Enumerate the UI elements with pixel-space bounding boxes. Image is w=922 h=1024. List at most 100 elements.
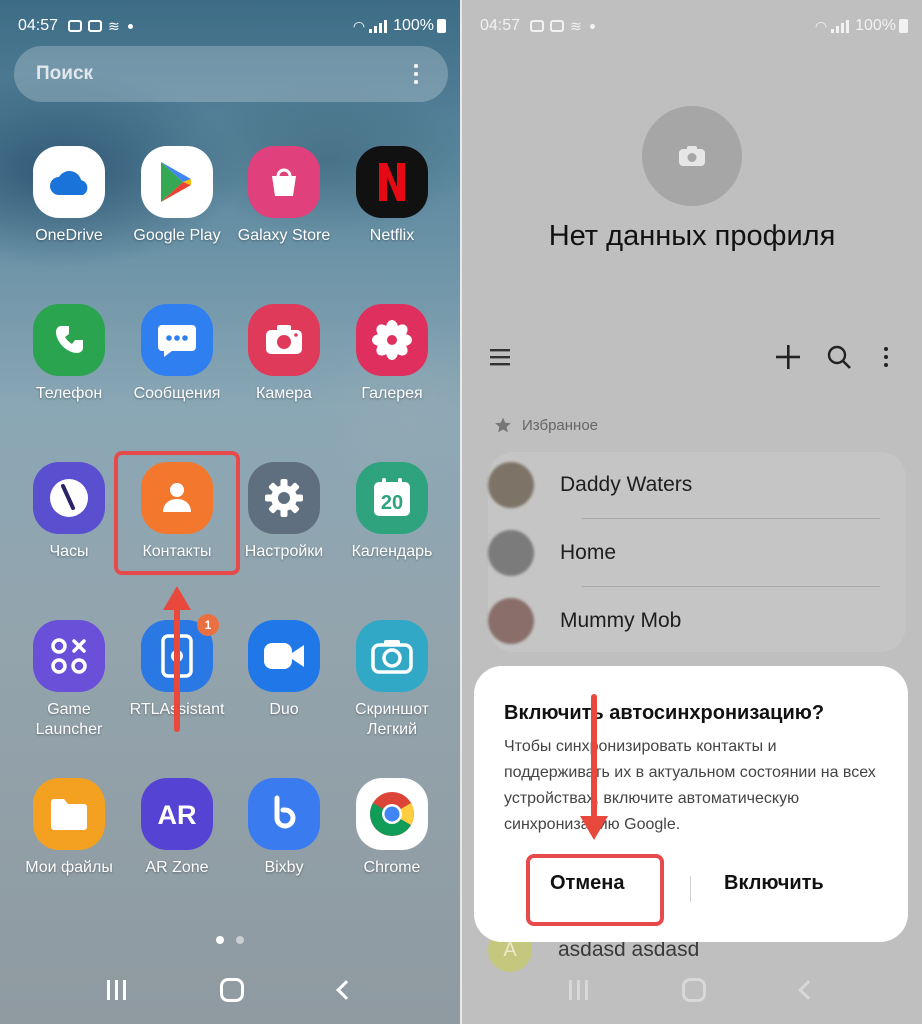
app-game-launcher[interactable]: Game Launcher	[14, 620, 124, 740]
recent-apps-icon[interactable]	[569, 980, 589, 1000]
phone-icon	[33, 304, 105, 376]
app-label: Часы	[49, 543, 89, 560]
app-screenshot-camera[interactable]: Скриншот Легкий	[337, 620, 447, 740]
app-label: Netflix	[369, 227, 415, 244]
arrow-shaft	[174, 608, 180, 732]
add-icon[interactable]	[774, 343, 802, 371]
app-label: Телефон	[35, 385, 103, 402]
wifi-calling-icon: ≋	[108, 17, 120, 34]
status-time: 04:57	[480, 17, 521, 34]
app-folder[interactable]: Мои файлы	[14, 778, 124, 878]
messages-icon	[141, 304, 213, 376]
signal-icon	[369, 19, 388, 33]
camera-notification-icon	[550, 20, 565, 32]
profile-title: Нет данных профиля	[548, 220, 836, 252]
contact-name: Mummy Mob	[560, 609, 682, 632]
app-onedrive[interactable]: OneDrive	[14, 146, 124, 246]
galaxy-store-icon	[248, 146, 320, 218]
app-label: Chrome	[363, 859, 421, 876]
app-phone[interactable]: Телефон	[14, 304, 124, 404]
app-duo[interactable]: Duo	[229, 620, 339, 720]
duo-icon	[248, 620, 320, 692]
app-label: Календарь	[351, 543, 433, 560]
camera-notification-icon	[88, 20, 103, 32]
menu-icon[interactable]	[488, 347, 512, 367]
more-notifications-dot-icon	[127, 23, 133, 29]
cancel-highlight-box	[526, 854, 664, 926]
app-label: Duo	[269, 701, 299, 718]
calendar-icon: 20	[356, 462, 428, 534]
search-placeholder: Поиск	[36, 63, 94, 84]
arrow-up-icon	[163, 586, 191, 610]
battery-percent: 100%	[855, 17, 896, 34]
settings-icon	[248, 462, 320, 534]
signal-icon	[831, 19, 850, 33]
app-label: Галерея	[361, 385, 423, 402]
app-netflix[interactable]: Netflix	[337, 146, 447, 246]
contact-name: Home	[560, 541, 617, 564]
recent-apps-icon[interactable]	[107, 980, 127, 1000]
contact-row[interactable]: Mummy Mob	[488, 588, 906, 654]
more-options-icon[interactable]	[876, 342, 896, 372]
chrome-icon	[356, 778, 428, 850]
clock-icon	[33, 462, 105, 534]
contacts-toolbar	[488, 336, 896, 378]
app-label: Скриншот Легкий	[355, 701, 429, 738]
app-settings[interactable]: Настройки	[229, 462, 339, 562]
app-label: Bixby	[264, 859, 304, 876]
svg-text:20: 20	[381, 492, 403, 514]
app-google-play[interactable]: Google Play	[122, 146, 232, 246]
home-icon[interactable]	[220, 978, 245, 1002]
app-clock[interactable]: Часы	[14, 462, 124, 562]
enable-sync-button[interactable]: Включить	[724, 872, 824, 895]
notification-icon	[68, 20, 83, 32]
contacts-highlight-box	[114, 451, 240, 575]
game-launcher-icon	[33, 620, 105, 692]
app-bixby[interactable]: Bixby	[229, 778, 339, 878]
dialog-message: Чтобы синхронизировать контакты и поддер…	[504, 738, 876, 833]
netflix-icon	[356, 146, 428, 218]
app-label: Galaxy Store	[237, 227, 331, 244]
home-icon[interactable]	[682, 978, 707, 1002]
app-camera[interactable]: Камера	[229, 304, 339, 404]
bixby-icon	[248, 778, 320, 850]
favorites-header: Избранное	[494, 416, 598, 434]
contact-row[interactable]: Daddy Waters	[488, 452, 906, 518]
wifi-icon: ◠	[352, 17, 366, 34]
app-label: AR Zone	[145, 859, 209, 876]
contact-avatar	[488, 598, 534, 644]
battery-percent: 100%	[393, 17, 434, 34]
app-messages[interactable]: Сообщения	[122, 304, 232, 404]
app-ar-zone[interactable]: AR AR Zone	[122, 778, 232, 878]
contact-avatar	[488, 530, 534, 576]
camera-icon	[248, 304, 320, 376]
app-chrome[interactable]: Chrome	[337, 778, 447, 878]
status-time: 04:57	[18, 17, 59, 34]
app-galaxy-store[interactable]: Galaxy Store	[229, 146, 339, 246]
app-calendar[interactable]: 20 Календарь	[337, 462, 447, 562]
app-label: OneDrive	[35, 227, 103, 244]
favorites-label: Избранное	[522, 416, 599, 434]
page-indicator	[0, 936, 460, 944]
contact-row[interactable]: Home	[488, 520, 906, 586]
gallery-icon	[356, 304, 428, 376]
search-bar[interactable]: Поиск	[14, 46, 448, 102]
status-bar: 04:57 ≋ ◠ 100%	[18, 14, 446, 38]
more-options-icon[interactable]	[406, 59, 426, 89]
profile-photo-button[interactable]	[642, 106, 742, 206]
back-icon[interactable]	[797, 980, 818, 1000]
ar-zone-icon: AR	[141, 778, 213, 850]
back-icon[interactable]	[335, 980, 356, 1000]
folder-icon	[33, 778, 105, 850]
app-label: Game Launcher	[35, 701, 103, 738]
arrow-down-icon	[580, 816, 608, 840]
arrow-shaft	[591, 694, 597, 818]
app-label: Сообщения	[133, 385, 221, 402]
star-icon	[495, 417, 511, 433]
app-gallery[interactable]: Галерея	[337, 304, 447, 404]
row-divider	[582, 586, 880, 587]
screenshot-camera-icon	[356, 620, 428, 692]
search-icon[interactable]	[826, 344, 852, 370]
home-screen-panel: 04:57 ≋ ◠ 100% Поиск OneDrive Google Play…	[0, 0, 460, 1024]
battery-icon	[899, 19, 908, 33]
